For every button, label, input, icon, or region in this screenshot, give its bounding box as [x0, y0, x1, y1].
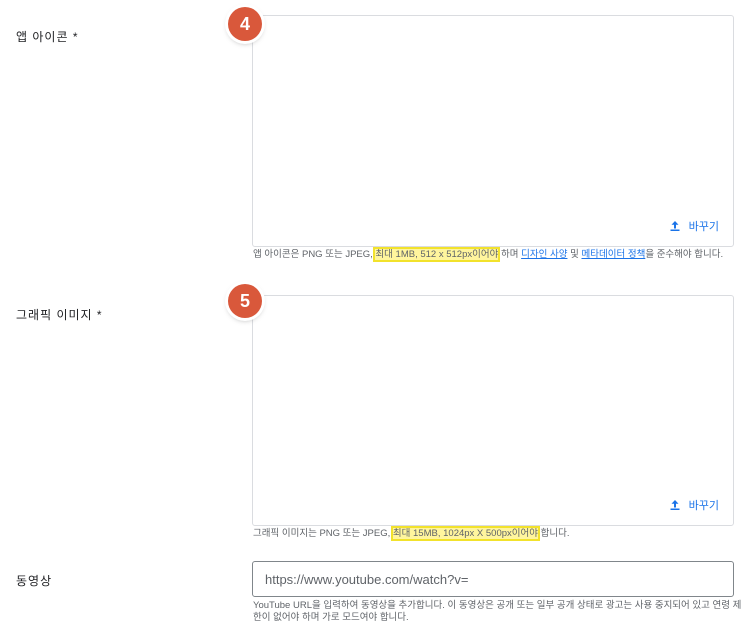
app-icon-help-text: 앱 아이콘은 PNG 또는 JPEG, 최대 1MB, 512 x 512px이…: [253, 247, 724, 262]
step-badge-4: 4: [228, 7, 262, 41]
metadata-policy-link[interactable]: 메타데이터 정책: [581, 249, 645, 260]
graphic-image-replace-button[interactable]: 바꾸기: [669, 497, 719, 513]
upload-icon: [669, 499, 681, 511]
video-url-input[interactable]: [252, 561, 734, 597]
design-spec-link[interactable]: 디자인 사양: [521, 249, 567, 260]
graphic-image-upload-area[interactable]: 바꾸기: [252, 295, 734, 526]
video-help-text: YouTube URL을 입력하여 동영상을 추가합니다. 이 동영상은 공개 …: [253, 600, 742, 623]
app-icon-upload-area[interactable]: 바꾸기: [252, 15, 734, 247]
app-icon-label: 앱 아이콘 *: [16, 30, 79, 44]
size-requirement-highlight: 최대 15MB, 1024px X 500px이어야: [390, 526, 541, 541]
step-badge-5: 5: [228, 284, 262, 318]
app-icon-replace-button[interactable]: 바꾸기: [669, 218, 719, 234]
size-requirement-highlight: 최대 1MB, 512 x 512px이어야: [373, 247, 501, 262]
replace-label: 바꾸기: [688, 221, 719, 233]
graphic-image-help-text: 그래픽 이미지는 PNG 또는 JPEG, 최대 15MB, 1024px X …: [253, 526, 570, 541]
upload-icon: [669, 220, 681, 232]
video-label: 동영상: [16, 574, 53, 588]
replace-label: 바꾸기: [688, 500, 719, 512]
graphic-image-label: 그래픽 이미지 *: [16, 308, 103, 322]
